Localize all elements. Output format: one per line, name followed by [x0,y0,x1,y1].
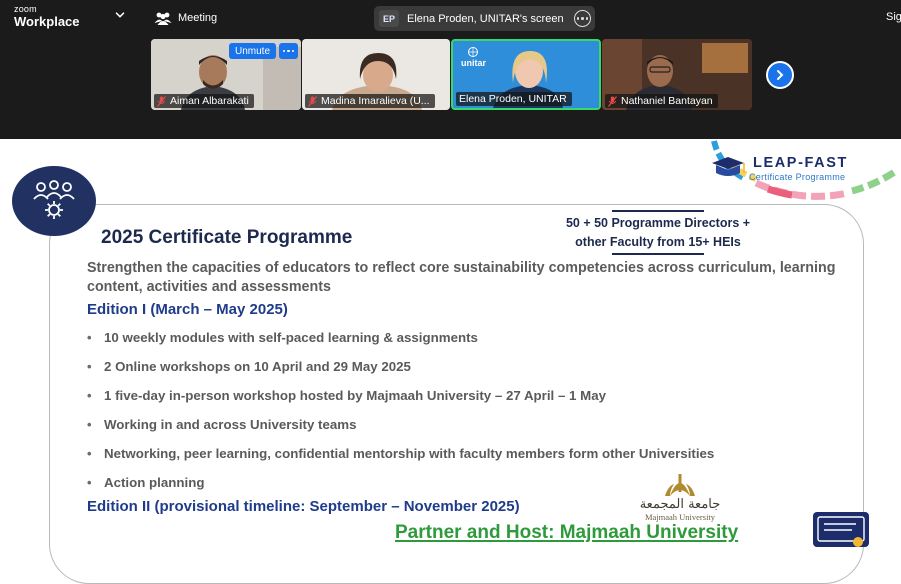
bullet-item: 2 Online workshops on 10 April and 29 Ma… [87,358,714,387]
participant-name-label: Nathaniel Bantayan [605,94,718,108]
chevron-down-icon[interactable] [115,10,125,20]
bullet-item: 10 weekly modules with self-paced learni… [87,329,714,358]
unitar-logo: unitar [461,46,486,68]
participants-summary-box: 50 + 50 Programme Directors + other Facu… [523,210,793,255]
partner-host-heading: Partner and Host: Majmaah University [395,522,739,543]
un-emblem-icon [468,47,478,57]
mic-muted-icon [308,95,317,107]
screen-share-indicator[interactable]: EP Elena Proden, UNITAR's screen [374,6,595,31]
zoom-workplace-logo: zoom Workplace [14,4,80,29]
sign-in-link[interactable]: Sig [886,11,901,23]
certificate-icon [813,512,869,547]
brand-zoom-text: zoom [14,4,37,14]
next-participants-button[interactable] [766,61,794,89]
edition-one-heading: Edition I (March – May 2025) [87,301,288,318]
team-settings-icon [12,166,96,236]
summary-line-2: other Faculty from 15+ HEIs [575,235,741,249]
brand-workplace-text: Workplace [14,14,80,29]
university-name-english: Majmaah University [644,512,716,522]
presenter-avatar: EP [379,10,399,27]
edition-two-heading: Edition II (provisional timeline: Septem… [87,498,520,515]
university-name-arabic: جامعة المجمعة [639,497,721,512]
summary-top-rule [612,210,704,212]
more-options-icon[interactable] [574,10,591,27]
participant-strip: Unmute Aiman Albarakati Madina Imaraliev… [0,36,901,139]
participant-tile[interactable]: Madina Imaralieva (U... [302,39,450,110]
leap-fast-logo-subtitle: Certificate Programme [749,172,846,182]
meeting-label: Meeting [178,12,218,24]
participant-name-label: Madina Imaralieva (U... [305,94,435,108]
edition-one-bullets: 10 weekly modules with self-paced learni… [87,329,714,503]
slide-title: 2025 Certificate Programme [101,227,353,248]
shared-screen-slide: LEAP-FAST Certificate Programme 2025 Cer… [0,139,901,584]
tile-more-options-icon[interactable] [279,43,298,59]
people-icon [154,12,172,25]
participant-tile-active-speaker[interactable]: unitar Elena Proden, UNITAR [451,39,601,110]
mic-muted-icon [608,95,617,107]
zoom-top-bar: zoom Workplace Meeting EP Elena Proden, … [0,0,901,36]
participant-name: Madina Imaralieva (U... [321,95,430,107]
screen-share-label: Elena Proden, UNITAR's screen [407,12,564,25]
summary-line-1: 50 + 50 Programme Directors + [565,216,751,230]
bullet-item: Working in and across University teams [87,416,714,445]
participant-name: Nathaniel Bantayan [621,95,713,107]
participant-name-label: Aiman Albarakati [154,94,254,108]
summary-bottom-rule [612,253,704,255]
bullet-item: Networking, peer learning, confidential … [87,445,714,474]
unmute-button[interactable]: Unmute [229,43,276,59]
mic-muted-icon [157,95,166,107]
programme-objective: Strengthen the capacities of educators t… [87,260,836,295]
participant-tile[interactable]: Nathaniel Bantayan [602,39,752,110]
meeting-button[interactable]: Meeting [154,9,217,27]
participant-name-label: Elena Proden, UNITAR [456,92,572,106]
participant-name: Elena Proden, UNITAR [459,93,567,105]
leap-fast-logo-title: LEAP-FAST [753,155,848,171]
unitar-logo-text: unitar [461,58,487,68]
participant-name: Aiman Albarakati [170,95,249,107]
participant-tile[interactable]: Unmute Aiman Albarakati [151,39,301,110]
bullet-item: 1 five-day in-person workshop hosted by … [87,387,714,416]
chevron-right-icon [777,70,784,80]
